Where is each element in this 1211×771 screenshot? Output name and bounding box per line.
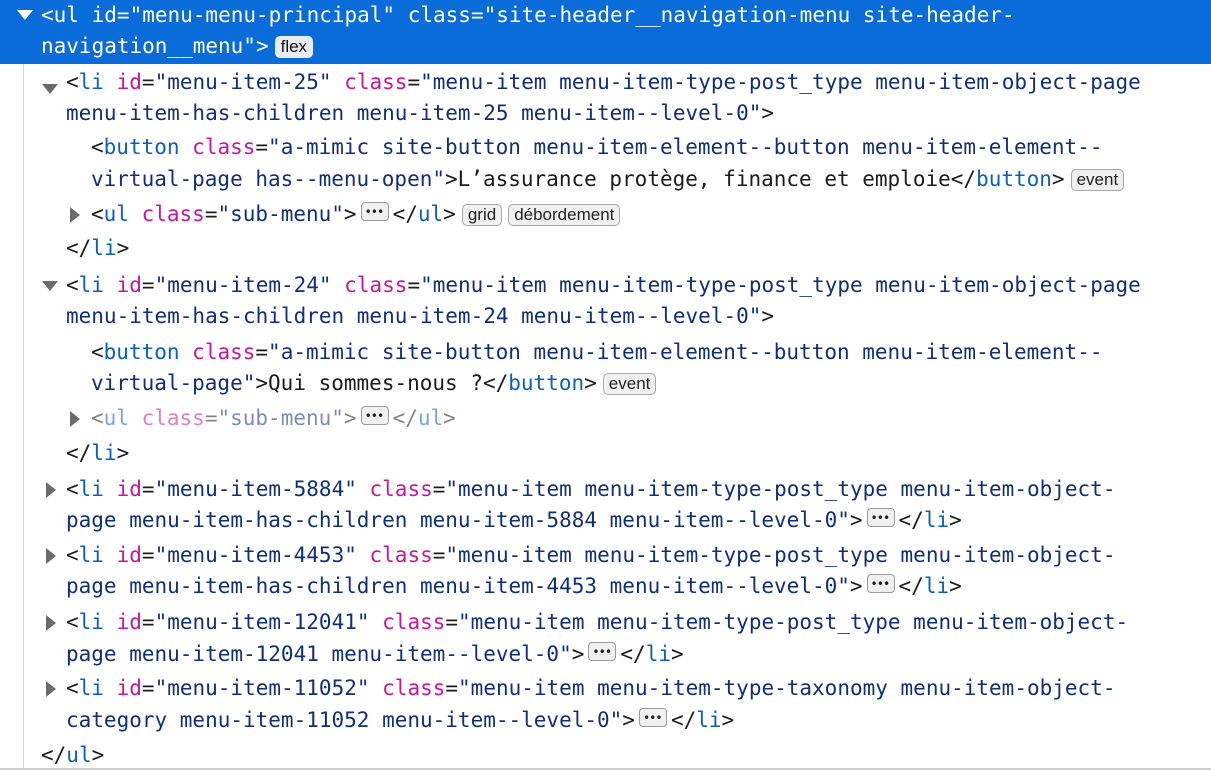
node-line: page menu-item-has-children menu-item-44… (66, 569, 962, 602)
node-line: menu-item-has-children menu-item-24 menu… (66, 304, 775, 328)
li-node-24[interactable]: <li id="menu-item-24" class="menu-item m… (66, 270, 1141, 301)
tree-guide-line (23, 64, 24, 770)
li-node-12041[interactable]: <li id="menu-item-12041" class="menu-ite… (66, 607, 1128, 638)
node-line: virtual-page">Qui sommes-nous ?</button>… (91, 368, 657, 399)
selected-node-ul-main[interactable]: <ul id="menu-menu-principal" class="site… (0, 0, 1211, 64)
more-icon[interactable] (588, 637, 617, 668)
li-node-25[interactable]: <li id="menu-item-25" class="menu-item m… (66, 67, 1141, 98)
node-line: navigation__menu"> flex (41, 31, 314, 62)
event-badge[interactable]: event (602, 373, 657, 395)
node-line: virtual-page has--menu-open">L’assurance… (91, 164, 1125, 195)
collapse-arrow-icon[interactable] (70, 411, 80, 427)
more-icon[interactable] (866, 569, 895, 600)
close-tag: </ul> (41, 743, 105, 767)
overflow-badge[interactable]: débordement (508, 204, 621, 226)
event-badge[interactable]: event (1070, 169, 1125, 191)
node-line: <ul id="menu-menu-principal" class="site… (41, 3, 1015, 27)
ul-submenu-node[interactable]: <ul class="sub-menu"></ul> (91, 401, 456, 434)
expand-arrow-icon[interactable] (42, 84, 58, 94)
collapse-arrow-icon[interactable] (46, 615, 56, 631)
button-node-25[interactable]: <button class="a-mimic site-button menu-… (91, 132, 1103, 163)
collapse-arrow-icon[interactable] (70, 207, 80, 223)
collapse-arrow-icon[interactable] (46, 681, 56, 697)
close-tag: </li> (66, 441, 130, 465)
more-icon[interactable] (638, 703, 667, 734)
collapse-arrow-icon[interactable] (46, 548, 56, 564)
li-node-5884[interactable]: <li id="menu-item-5884" class="menu-item… (66, 474, 1115, 505)
li-node-11052[interactable]: <li id="menu-item-11052" class="menu-ite… (66, 673, 1115, 704)
button-node-24[interactable]: <button class="a-mimic site-button menu-… (91, 337, 1103, 368)
close-tag: </li> (66, 236, 130, 260)
node-line: page menu-item-has-children menu-item-58… (66, 503, 962, 536)
node-line: page menu-item-12041 menu-item--level-0"… (66, 637, 684, 670)
flex-badge[interactable]: flex (274, 36, 314, 58)
grid-badge[interactable]: grid (461, 204, 503, 226)
node-line: menu-item-has-children menu-item-25 menu… (66, 101, 775, 125)
more-icon[interactable] (360, 197, 389, 228)
collapse-arrow-icon[interactable] (46, 482, 56, 498)
more-icon[interactable] (866, 503, 895, 534)
more-icon[interactable] (360, 401, 389, 432)
node-line: category menu-item-11052 menu-item--leve… (66, 703, 734, 736)
ul-submenu-node[interactable]: <ul class="sub-menu"></ul>griddébordemen… (91, 197, 621, 230)
expand-arrow-icon[interactable] (42, 281, 58, 291)
li-node-4453[interactable]: <li id="menu-item-4453" class="menu-item… (66, 540, 1115, 571)
expand-arrow-icon[interactable] (17, 10, 33, 20)
